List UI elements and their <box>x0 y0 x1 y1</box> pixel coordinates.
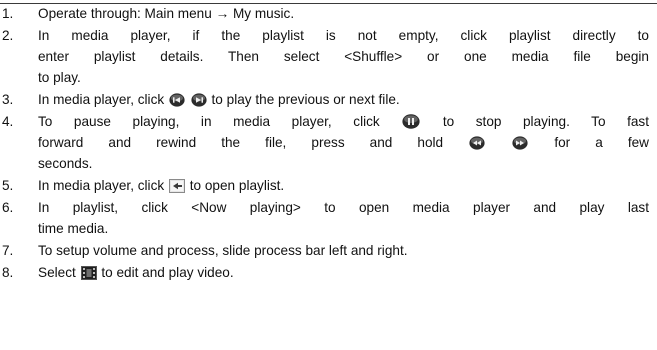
next-track-icon <box>191 93 207 107</box>
step-text-segment: In media player, click <box>38 92 165 107</box>
step-text-segment: To pause playing, in media player, click <box>38 114 380 129</box>
fast-forward-icon <box>512 136 528 150</box>
step-number: 8. <box>2 265 14 280</box>
step-text: In playlist, click <Now playing> to open… <box>38 200 649 215</box>
step-text-segment: to stop playing. To fast <box>442 114 649 129</box>
step-number: 3. <box>2 92 14 107</box>
previous-track-icon <box>169 93 185 107</box>
step-number: 7. <box>2 243 14 258</box>
step-text-segment: In media player, click <box>38 178 165 193</box>
video-icon <box>80 266 97 280</box>
step-text: In media player, click to play the previ… <box>38 92 400 107</box>
rewind-icon <box>469 136 485 150</box>
step-text-segment: Select <box>38 265 76 280</box>
step-text-segment: to open playlist. <box>189 178 285 193</box>
step-text: In media player, if the playlist is not … <box>38 28 649 43</box>
step-text: Operate through: Main menu → My music. <box>38 6 295 21</box>
playlist-icon <box>168 179 185 193</box>
step-text: time media. <box>38 221 109 236</box>
step-text-segment: to play the previous or next file. <box>211 92 400 107</box>
pause-icon <box>402 114 420 129</box>
step-text-segment: forward and rewind the file, press and h… <box>38 135 444 150</box>
step-text: In media player, click to open playlist. <box>38 178 284 193</box>
step-text: Select to edit and play video. <box>38 265 234 280</box>
top-rule <box>0 3 657 4</box>
step-number: 4. <box>2 114 14 129</box>
step-text: seconds. <box>38 156 93 171</box>
step-number: 5. <box>2 178 14 193</box>
step-text: enter playlist details. Then select <Shu… <box>38 49 649 64</box>
step-text-segment: for a few <box>554 135 650 150</box>
step-text: To setup volume and process, slide proce… <box>38 243 408 258</box>
step-number: 6. <box>2 200 14 215</box>
step-text: forward and rewind the file, press and h… <box>38 135 649 150</box>
step-text: to play. <box>38 70 81 85</box>
step-text: To pause playing, in media player, click… <box>38 114 649 129</box>
step-number: 2. <box>2 28 14 43</box>
step-number: 1. <box>2 6 14 21</box>
step-text-segment: to edit and play video. <box>101 265 234 280</box>
